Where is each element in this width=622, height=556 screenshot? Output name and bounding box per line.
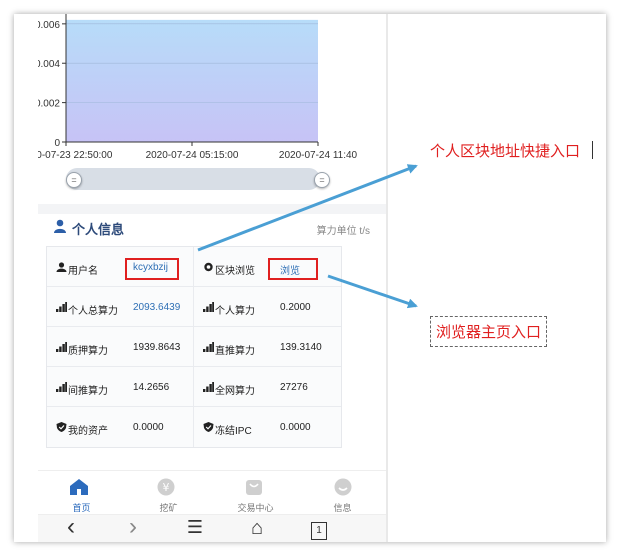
annotation-address-shortcut: 个人区块地址快捷入口	[430, 143, 581, 160]
arrow-to-address-note	[197, 164, 418, 252]
annotation-arrows	[197, 164, 418, 309]
annotation-browser-homepage: 浏览器主页入口	[430, 316, 548, 347]
arrow-to-browser-note	[327, 274, 418, 309]
text-cursor	[592, 141, 593, 159]
